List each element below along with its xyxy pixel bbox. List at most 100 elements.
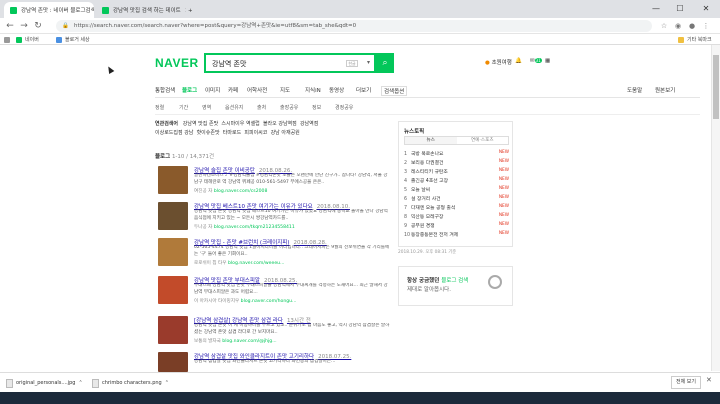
downloads-bar: original_personals....jpg ⌃ chrimbo chara… bbox=[0, 372, 720, 392]
blogger-name[interactable]: 보통의 발자국 bbox=[194, 339, 221, 344]
result-thumbnail[interactable] bbox=[158, 352, 188, 372]
related-keyword[interactable]: 볼라오 강남역점 bbox=[263, 121, 297, 127]
autocomplete-toggle-icon[interactable]: ▾ bbox=[367, 59, 370, 66]
news-item[interactable]: 6설 장거리 사건 NEW bbox=[404, 195, 509, 204]
reload-icon[interactable]: ↻ bbox=[32, 20, 44, 32]
option-setting[interactable]: 경정공유 bbox=[335, 104, 353, 111]
tab-blog[interactable]: 블로그 bbox=[182, 86, 197, 94]
news-item[interactable]: 8 익산동 모레구장 NEW bbox=[404, 213, 509, 222]
news-tab[interactable]: 뉴스 bbox=[405, 137, 457, 144]
option-period[interactable]: 기간 bbox=[179, 104, 188, 111]
news-item[interactable]: 1 국방 북로손나요 NEW bbox=[404, 150, 509, 159]
entertainment-tab[interactable]: 연예·스포츠 bbox=[457, 137, 509, 144]
profile-icon[interactable]: ● bbox=[686, 20, 698, 32]
bookmark-star-icon[interactable]: ☆ bbox=[658, 20, 670, 32]
browser-tab-active[interactable]: 강남역 존맛 : 네이버 블로그검색 × bbox=[4, 2, 94, 18]
new-badge: NEW bbox=[498, 186, 509, 191]
result-description: 부대스페 강남역 맛집 존맛 부대스피알을 강남역에서 부대찌개를 걱정하는 도… bbox=[194, 283, 388, 295]
scrollbar-thumb[interactable] bbox=[713, 55, 719, 119]
user-name[interactable]: ● 초원여행 bbox=[485, 58, 512, 66]
forward-icon[interactable]: → bbox=[18, 20, 30, 32]
browser-tab[interactable]: 강남역 맛집 검색 하는 데이트 × bbox=[96, 2, 186, 18]
tab-image[interactable]: 이미지 bbox=[205, 86, 220, 94]
tab-dictionary[interactable]: 어학사전 bbox=[247, 86, 267, 94]
maximize-button[interactable]: ☐ bbox=[670, 3, 690, 15]
naver-logo[interactable]: NAVER bbox=[155, 56, 199, 70]
bookmark-item[interactable]: 네이버 bbox=[16, 35, 39, 44]
download-item[interactable]: chrimbo characters.png ⌃ bbox=[92, 376, 169, 390]
news-item[interactable]: 3 레스티티키 규탄조 NEW bbox=[404, 168, 509, 177]
keyboard-icon[interactable]: 한글 bbox=[346, 60, 358, 67]
search-input[interactable]: 강남역 존맛 한글 ▾ bbox=[204, 53, 376, 73]
search-button[interactable]: ⌕ bbox=[376, 53, 394, 73]
result-thumbnail[interactable] bbox=[158, 316, 188, 344]
related-keyword[interactable]: 강남 아재공원 bbox=[271, 130, 300, 136]
apps-menu-icon[interactable]: ▦ bbox=[545, 58, 550, 64]
blog-search-promo[interactable]: 항상 궁금했던 블로그 검색 제대로 알아봅시다. bbox=[398, 266, 513, 306]
news-item[interactable]: 4 졸긴공 4호선 고장 NEW bbox=[404, 177, 509, 186]
help-link[interactable]: 도움말 bbox=[627, 86, 642, 94]
back-icon[interactable]: ← bbox=[4, 20, 16, 32]
result-description: 강남역 삼겹살 맛집 와인클라지트 존맛 고기리하다 와인동의 삼겹살이는... bbox=[194, 359, 336, 364]
option-keep[interactable]: 옵션유지 bbox=[225, 104, 243, 111]
download-item[interactable]: original_personals....jpg ⌃ bbox=[6, 376, 83, 390]
blogger-name[interactable]: 이 아카시아 타이밍지우 bbox=[194, 299, 239, 304]
original-view-link[interactable]: 원본보기 bbox=[655, 86, 675, 94]
address-bar[interactable]: 🔒 https://search.naver.com/search.naver?… bbox=[56, 20, 652, 32]
tab-all[interactable]: 통합검색 bbox=[155, 86, 175, 94]
news-text: 동장중동본전 전저 겨제 bbox=[411, 233, 459, 238]
blogger-name[interactable]: 여진공 자 bbox=[194, 189, 212, 194]
chevron-up-icon[interactable]: ⌃ bbox=[165, 380, 169, 386]
related-keyword[interactable]: 타마로드 bbox=[223, 130, 241, 136]
close-downloads-icon[interactable]: ✕ bbox=[706, 376, 712, 384]
related-keyword[interactable]: 강남역 맛집 존맛 bbox=[183, 121, 218, 127]
tab-video[interactable]: 동영상 bbox=[329, 86, 344, 94]
tab-kin[interactable]: 지식iN bbox=[305, 86, 321, 94]
result-thumbnail[interactable] bbox=[158, 166, 188, 194]
promo-line2: 제대로 알아봅시다. bbox=[407, 287, 451, 293]
option-area[interactable]: 영역 bbox=[202, 104, 211, 111]
blog-url[interactable]: blog.naver.com/tkqm21234558411 bbox=[214, 225, 295, 230]
news-item[interactable]: 2 보리용 다권결건 NEW bbox=[404, 159, 509, 168]
option-source[interactable]: 출처 bbox=[257, 104, 266, 111]
mail-icon[interactable]: ✉31 bbox=[530, 58, 542, 64]
news-item[interactable]: 9 공무원 경쟁 NEW bbox=[404, 222, 509, 231]
related-keyword[interactable]: 핫이슈존맛 bbox=[197, 130, 220, 136]
related-keyword[interactable]: 이상로드집점 강남 bbox=[155, 130, 193, 136]
blogger-name[interactable]: 두나공 자 bbox=[194, 225, 212, 230]
related-keyword[interactable]: 스시마이우 역셀럽 bbox=[221, 121, 259, 127]
extension-icon[interactable]: ◉ bbox=[672, 20, 684, 32]
result-thumbnail[interactable] bbox=[158, 238, 188, 266]
result-thumbnail[interactable] bbox=[158, 202, 188, 230]
chevron-up-icon[interactable]: ⌃ bbox=[78, 380, 82, 386]
option-share[interactable]: 출장공유 bbox=[280, 104, 298, 111]
tab-cafe[interactable]: 카페 bbox=[228, 86, 238, 94]
show-all-downloads-button[interactable]: 전체 보기 bbox=[671, 376, 701, 389]
notification-icon[interactable]: 🔔 bbox=[515, 58, 522, 64]
apps-icon[interactable] bbox=[4, 35, 10, 44]
news-item[interactable]: 5 오늘 날씨 NEW bbox=[404, 186, 509, 195]
result-thumbnail[interactable] bbox=[158, 276, 188, 304]
option-info[interactable]: 정보 bbox=[312, 104, 321, 111]
new-tab-button[interactable]: + bbox=[188, 3, 200, 19]
blog-url[interactable]: blog.naver.com/weeeu... bbox=[228, 261, 284, 266]
bookmark-item[interactable]: 블로거 세상 bbox=[56, 35, 90, 44]
news-item[interactable]: 10동장중동본전 전저 겨제 NEW bbox=[404, 231, 509, 240]
tab-map[interactable]: 지도 bbox=[280, 86, 290, 94]
minimize-button[interactable]: — bbox=[646, 3, 666, 15]
option-sort[interactable]: 정렬 bbox=[155, 104, 164, 111]
blog-url[interactable]: blog.naver.com/cs2008 bbox=[214, 189, 268, 194]
vertical-scrollbar[interactable] bbox=[711, 45, 720, 371]
other-bookmarks[interactable]: 기타 북마크 bbox=[678, 35, 712, 44]
tab-more[interactable]: 더보기 bbox=[356, 86, 371, 94]
close-window-button[interactable]: ✕ bbox=[696, 3, 716, 15]
blog-url[interactable]: blog.naver.com/@jhjg... bbox=[222, 339, 276, 344]
search-options-button[interactable]: 검색옵션 bbox=[381, 86, 408, 96]
close-tab-icon[interactable]: × bbox=[185, 7, 186, 14]
related-keyword[interactable]: 피피이씨코 bbox=[244, 130, 267, 136]
blog-url[interactable]: blog.naver.com/hongu... bbox=[241, 299, 297, 304]
menu-icon[interactable]: ⋮ bbox=[700, 20, 712, 32]
blogger-name[interactable]: 로로쉬이 칩 타우 bbox=[194, 261, 227, 266]
related-keyword[interactable]: 강남역점 bbox=[300, 121, 318, 127]
news-item[interactable]: 7 다재엔 오늘 공형 출석 NEW bbox=[404, 204, 509, 213]
